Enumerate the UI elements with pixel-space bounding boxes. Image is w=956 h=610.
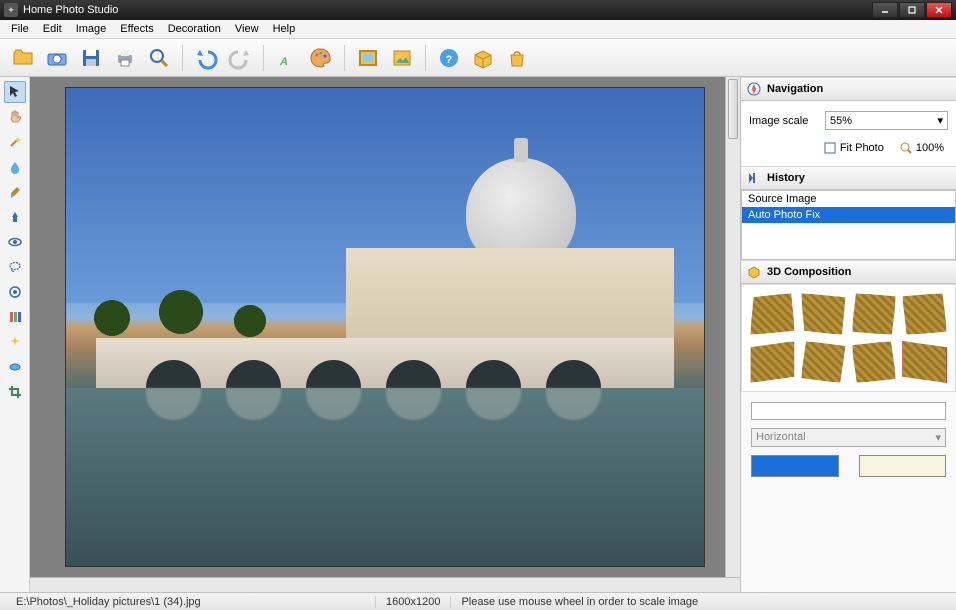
drop-tool-icon[interactable] <box>4 156 26 178</box>
history-header[interactable]: History <box>741 166 956 190</box>
composition-tile[interactable] <box>902 341 947 383</box>
compass-icon <box>747 82 761 96</box>
menu-bar: File Edit Image Effects Decoration View … <box>0 20 956 39</box>
composition-presets <box>741 284 956 392</box>
fit-photo-button[interactable]: Fit Photo <box>820 140 888 156</box>
box-icon[interactable] <box>468 43 498 73</box>
levels-tool-icon[interactable] <box>4 306 26 328</box>
help-icon[interactable]: ? <box>434 43 464 73</box>
photo-preview <box>65 87 705 567</box>
status-path: E:\Photos\_Holiday pictures\1 (34).jpg <box>6 596 376 608</box>
hand-tool-icon[interactable] <box>4 106 26 128</box>
orientation-dropdown[interactable]: Horizontal ▾ <box>751 428 946 447</box>
bag-icon[interactable] <box>502 43 532 73</box>
menu-file[interactable]: File <box>4 21 36 37</box>
toolbar-separator <box>425 45 426 71</box>
composition-text-input[interactable] <box>751 402 946 420</box>
composition-tile[interactable] <box>852 341 897 383</box>
right-panel: Navigation Image scale 55% ▾ Fit Photo 1… <box>740 77 956 592</box>
composition-tile[interactable] <box>750 293 795 335</box>
toolbar-separator <box>182 45 183 71</box>
menu-help[interactable]: Help <box>266 21 303 37</box>
minimize-button[interactable] <box>872 2 898 18</box>
horizontal-scrollbar[interactable] <box>30 577 740 592</box>
navigation-title: Navigation <box>767 83 823 95</box>
history-list[interactable]: Source Image Auto Photo Fix <box>741 190 956 260</box>
clone-tool-icon[interactable] <box>4 206 26 228</box>
toolbar-separator <box>263 45 264 71</box>
menu-edit[interactable]: Edit <box>36 21 69 37</box>
scale-value: 55% <box>830 115 852 127</box>
composition-tile[interactable] <box>852 293 897 335</box>
zoom-100-icon <box>900 142 912 154</box>
scale-label: Image scale <box>749 115 819 127</box>
color-swatch-secondary[interactable] <box>859 455 947 477</box>
status-hint: Please use mouse wheel in order to scale… <box>451 596 950 608</box>
erase-tool-icon[interactable] <box>4 356 26 378</box>
composition-tile[interactable] <box>902 293 947 335</box>
open-icon[interactable] <box>8 43 38 73</box>
frame-icon[interactable] <box>353 43 383 73</box>
menu-effects[interactable]: Effects <box>113 21 160 37</box>
target-tool-icon[interactable] <box>4 281 26 303</box>
close-button[interactable] <box>926 2 952 18</box>
svg-text:?: ? <box>446 54 453 66</box>
crop-tool-icon[interactable] <box>4 381 26 403</box>
navigation-body: Image scale 55% ▾ Fit Photo 100% <box>741 101 956 166</box>
menu-decoration[interactable]: Decoration <box>161 21 228 37</box>
zoom-icon[interactable] <box>144 43 174 73</box>
history-icon <box>747 171 761 185</box>
undo-icon[interactable] <box>191 43 221 73</box>
lasso-tool-icon[interactable] <box>4 256 26 278</box>
pointer-tool-icon[interactable] <box>4 81 26 103</box>
cube-icon <box>747 265 761 279</box>
composition-tile[interactable] <box>801 293 846 335</box>
composition-header[interactable]: 3D Composition <box>741 260 956 284</box>
sparkle-tool-icon[interactable] <box>4 331 26 353</box>
history-title: History <box>767 172 805 184</box>
composition-options: Horizontal ▾ <box>741 392 956 487</box>
save-icon[interactable] <box>76 43 106 73</box>
history-item[interactable]: Auto Photo Fix <box>742 207 955 223</box>
vertical-scrollbar[interactable] <box>725 77 740 577</box>
chevron-down-icon: ▾ <box>935 431 941 444</box>
toolbar-separator <box>344 45 345 71</box>
chevron-down-icon: ▾ <box>937 114 943 127</box>
eye-tool-icon[interactable] <box>4 231 26 253</box>
navigation-header[interactable]: Navigation <box>741 77 956 101</box>
status-bar: E:\Photos\_Holiday pictures\1 (34).jpg 1… <box>0 592 956 610</box>
svg-text:A: A <box>279 56 288 68</box>
fit-icon <box>824 142 836 154</box>
canvas-area <box>30 77 740 592</box>
composition-title: 3D Composition <box>767 266 851 278</box>
main-area: Navigation Image scale 55% ▾ Fit Photo 1… <box>0 77 956 592</box>
wand-tool-icon[interactable] <box>4 131 26 153</box>
orientation-value: Horizontal <box>756 431 806 444</box>
print-icon[interactable] <box>110 43 140 73</box>
color-swatch-primary[interactable] <box>751 455 839 477</box>
composition-tile[interactable] <box>750 341 795 383</box>
palette-icon[interactable] <box>306 43 336 73</box>
hundred-percent-button[interactable]: 100% <box>896 140 948 156</box>
redo-icon[interactable] <box>225 43 255 73</box>
picture-icon[interactable] <box>387 43 417 73</box>
menu-view[interactable]: View <box>228 21 266 37</box>
status-dimensions: 1600x1200 <box>376 596 451 608</box>
tool-palette <box>0 77 30 592</box>
menu-image[interactable]: Image <box>69 21 114 37</box>
main-toolbar: A ? <box>0 39 956 77</box>
scale-dropdown[interactable]: 55% ▾ <box>825 111 948 130</box>
window-title: Home Photo Studio <box>23 4 871 16</box>
canvas-viewport[interactable] <box>30 77 740 577</box>
title-bar: ✦ Home Photo Studio <box>0 0 956 20</box>
text-icon[interactable]: A <box>272 43 302 73</box>
app-icon: ✦ <box>4 3 18 17</box>
composition-tile[interactable] <box>801 341 846 383</box>
camera-icon[interactable] <box>42 43 72 73</box>
history-item[interactable]: Source Image <box>742 191 955 207</box>
brush-tool-icon[interactable] <box>4 181 26 203</box>
maximize-button[interactable] <box>899 2 925 18</box>
